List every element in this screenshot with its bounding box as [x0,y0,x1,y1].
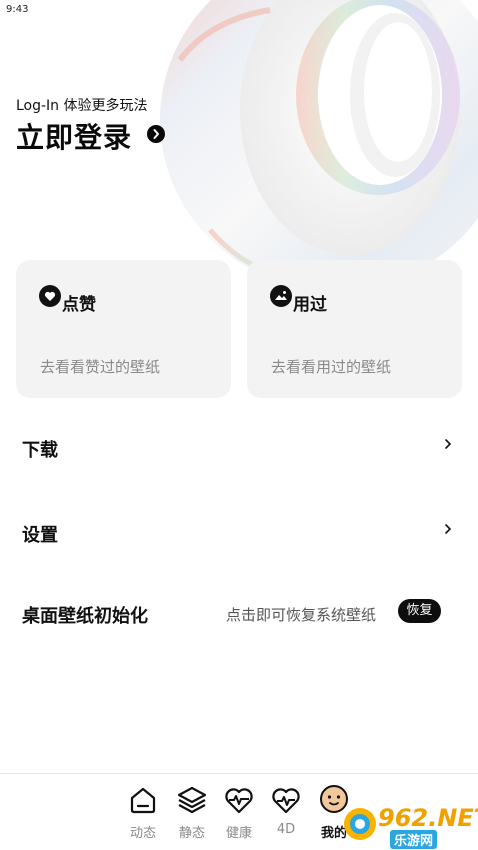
chevron-right-icon [443,521,453,535]
card-title: 用过 [293,295,327,315]
menu-label: 桌面壁纸初始化 [22,606,148,627]
layers-icon [176,784,208,816]
watermark-text: 962.NET [378,804,478,832]
login-subtitle: Log-In 体验更多玩法 [16,98,148,114]
site-watermark: 962.NET 乐游网 [338,800,478,850]
restore-button[interactable]: 恢复 [398,599,441,623]
tab-label: 4D [276,822,296,837]
reset-hint: 点击即可恢复系统壁纸 [226,606,377,624]
tab-4d[interactable]: 4D [264,784,308,844]
tab-label: 动态 [129,826,156,841]
login-title[interactable]: 立即登录 [16,116,132,156]
used-wallpapers-card[interactable]: 用过 去看看用过的壁纸 [247,260,462,398]
home-icon [127,784,159,816]
status-time: 9:43 [6,4,29,15]
menu-label: 设置 [22,525,58,546]
login-arrow-icon[interactable] [147,125,165,143]
tab-label: 静态 [178,826,205,841]
card-title: 点赞 [62,295,96,315]
tab-health[interactable]: 健康 [217,784,261,844]
tab-label: 健康 [225,826,252,841]
card-description: 去看看用过的壁纸 [271,358,392,376]
hero-ring-illustration [150,0,478,300]
heart-pulse-icon [223,784,255,816]
menu-reset-wallpaper: 桌面壁纸初始化 点击即可恢复系统壁纸 恢复 [0,590,478,634]
liked-wallpapers-card[interactable]: 点赞 去看看赞过的壁纸 [16,260,231,398]
menu-download[interactable]: 下载 [0,424,478,468]
tab-dynamic[interactable]: 动态 [121,784,165,844]
card-description: 去看看赞过的壁纸 [40,358,161,376]
tab-static[interactable]: 静态 [170,784,214,844]
image-icon [270,285,292,307]
heart-icon [39,285,61,307]
menu-label: 下载 [22,440,58,461]
watermark-subtext: 乐游网 [390,830,438,849]
heart-pulse-outline-icon [270,784,302,816]
menu-settings[interactable]: 设置 [0,509,478,553]
chevron-right-icon [443,436,453,450]
